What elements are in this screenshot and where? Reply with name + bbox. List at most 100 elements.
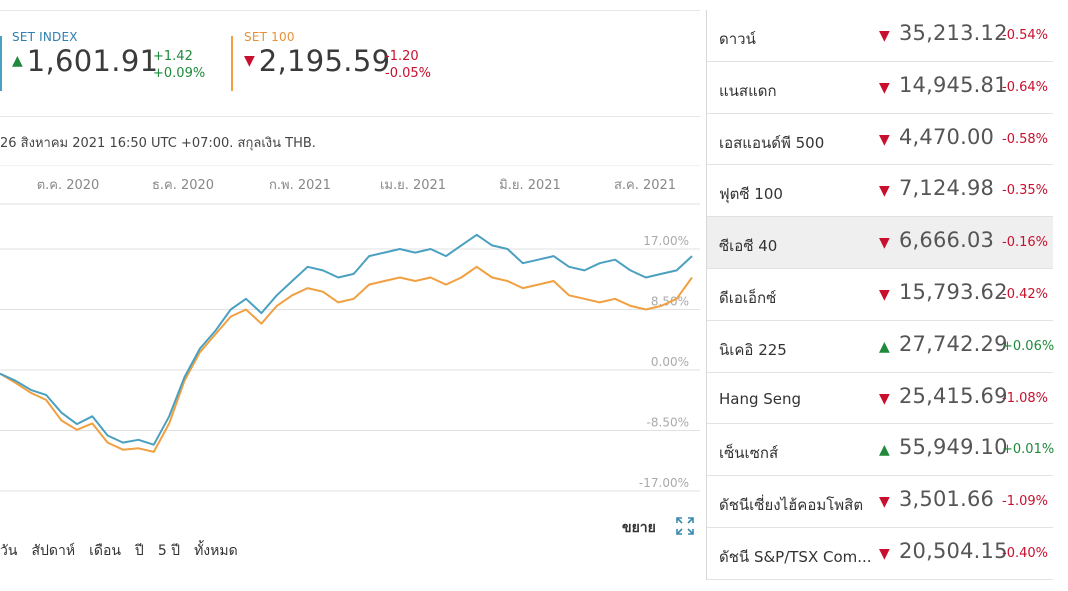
market-change-pct: -1.08% [1002, 390, 1048, 406]
market-change-pct: +0.01% [1002, 442, 1055, 458]
market-value: 4,470.00 [899, 124, 995, 149]
market-change-pct: -0.54% [1002, 28, 1048, 43]
set100-value-row: ▼ 2,195.59 [244, 44, 390, 78]
set100-series-line [0, 265, 693, 453]
x-tick-label: มิ.ย. 2021 [499, 178, 561, 193]
x-tick-label: ส.ค. 2021 [614, 178, 676, 193]
market-value: 15,793.62 [899, 279, 1008, 304]
market-name: ดีเอเอ็กซ์ [719, 288, 777, 307]
market-name: ดัชนีเซี่ยงไฮ้คอมโพสิต [719, 496, 864, 515]
market-change-pct: -0.58% [1002, 131, 1048, 147]
up-arrow-icon: ▲ [879, 442, 890, 459]
divider [0, 116, 700, 117]
set-index-series-line [0, 233, 693, 446]
set-index-change-pct: +0.09% [153, 66, 206, 81]
range-option[interactable]: เดือน [89, 543, 121, 559]
market-value: 55,949.10 [899, 435, 1008, 460]
expand-link[interactable]: ขยาย [622, 517, 656, 539]
market-row[interactable]: ดัชนีเซี่ยงไฮ้คอมโพสิต ▼ 3,501.66 -1.09% [707, 476, 1053, 528]
set-index-value-row: ▲ 1,601.91 [12, 44, 158, 78]
market-value: 6,666.03 [899, 228, 995, 253]
market-change-pct: -0.42% [1002, 286, 1048, 302]
time-range-selector: วัน สัปดาห์ เดือน ปี 5 ปี ทั้งหมด [0, 540, 252, 562]
up-arrow-icon: ▲ [879, 338, 890, 355]
market-name: เอสแอนด์พี 500 [719, 133, 825, 152]
set100-label: SET 100 [244, 30, 295, 44]
x-tick-label: เม.ย. 2021 [380, 178, 446, 193]
market-value: 14,945.81 [899, 72, 1008, 97]
market-row[interactable]: ดัชนี S&P/TSX Com... ▼ 20,504.15 -0.40% [707, 528, 1053, 580]
x-tick-label: ก.พ. 2021 [269, 178, 331, 193]
range-option[interactable]: 5 ปี [158, 543, 180, 559]
down-arrow-icon: ▼ [879, 183, 890, 200]
y-tick-label: -17.00% [639, 476, 689, 490]
performance-line-chart[interactable]: ต.ค. 2020 ธ.ค. 2020 ก.พ. 2021 เม.ย. 2021 มิ.… [0, 165, 700, 505]
market-change-pct: -0.40% [1002, 545, 1048, 561]
set-index-change-abs: +1.42 [153, 49, 193, 64]
market-change-pct: -0.16% [1002, 235, 1048, 251]
market-row[interactable]: แนสแดก ▼ 14,945.81 -0.64% [707, 62, 1053, 114]
set-index-label: SET INDEX [12, 30, 78, 44]
market-value: 35,213.12 [899, 21, 1008, 45]
range-option[interactable]: ปี [135, 543, 144, 559]
market-change-pct: -0.35% [1002, 183, 1048, 199]
y-tick-label: -8.50% [647, 416, 689, 430]
range-option[interactable]: วัน [0, 543, 17, 559]
set-index-quote[interactable]: SET INDEX ▲ 1,601.91 +1.42 +0.09% [12, 30, 205, 81]
range-option[interactable]: ทั้งหมด [194, 543, 238, 559]
set100-change-abs: -1.20 [385, 49, 419, 64]
set100-change-pct: -0.05% [385, 66, 431, 81]
set100-change: -1.20 -0.05% [385, 48, 431, 82]
set100-quote[interactable]: SET 100 ▼ 2,195.59 -1.20 -0.05% [244, 30, 431, 81]
down-arrow-icon: ▼ [879, 390, 890, 407]
market-row[interactable]: ฟุตซี 100 ▼ 7,124.98 -0.35% [707, 165, 1053, 218]
up-arrow-icon: ▲ [12, 53, 23, 69]
market-row[interactable]: เอสแอนด์พี 500 ▼ 4,470.00 -0.58% [707, 114, 1053, 166]
set-index-value: 1,601.91 [26, 44, 159, 78]
index-chart-panel: SET INDEX ▲ 1,601.91 +1.42 +0.09% SET 100… [0, 0, 700, 591]
down-arrow-icon: ▼ [879, 131, 890, 148]
set100-marker [231, 36, 233, 91]
x-tick-label: ต.ค. 2020 [37, 178, 100, 193]
as-of-timestamp: 26 สิงหาคม 2021 16:50 UTC +07:00. สกุลเง… [0, 136, 316, 151]
market-name: ดัชนี S&P/TSX Com... [719, 547, 872, 566]
market-value: 7,124.98 [899, 176, 995, 201]
y-tick-label: 17.00% [643, 234, 689, 248]
market-value: 20,504.15 [899, 538, 1008, 563]
down-arrow-icon: ▼ [879, 545, 890, 562]
market-value: 27,742.29 [899, 331, 1008, 356]
market-row[interactable]: ดีเอเอ็กซ์ ▼ 15,793.62 -0.42% [707, 269, 1053, 321]
market-row[interactable]: ดาวน์ ▼ 35,213.12 -0.54% [707, 10, 1053, 62]
expand-icon[interactable] [674, 515, 696, 537]
market-name: ซีเอซี 40 [719, 237, 778, 256]
y-tick-label: 0.00% [651, 355, 689, 369]
market-name: แนสแดก [719, 81, 777, 100]
down-arrow-icon: ▼ [244, 53, 255, 69]
market-row[interactable]: เซ็นเซกส์ ▲ 55,949.10 +0.01% [707, 424, 1055, 477]
down-arrow-icon: ▼ [879, 28, 890, 44]
down-arrow-icon: ▼ [879, 286, 890, 303]
down-arrow-icon: ▼ [879, 494, 890, 511]
down-arrow-icon: ▼ [879, 235, 890, 252]
set100-value: 2,195.59 [258, 44, 391, 78]
market-value: 3,501.66 [899, 487, 995, 512]
range-option[interactable]: สัปดาห์ [31, 543, 75, 559]
market-name: นิเคอิ 225 [719, 340, 787, 359]
down-arrow-icon: ▼ [879, 79, 890, 96]
set-index-change: +1.42 +0.09% [153, 48, 205, 82]
market-change-pct: +0.06% [1002, 338, 1055, 354]
market-name: ฟุตซี 100 [719, 185, 783, 204]
market-row[interactable]: Hang Seng ▼ 25,415.69 -1.08% [707, 373, 1053, 425]
set-index-marker [0, 36, 2, 91]
x-tick-label: ธ.ค. 2020 [152, 178, 214, 193]
world-markets-list: ดาวน์ ▼ 35,213.12 -0.54% แนสแดก ▼ 14,945.81 -0.… [707, 10, 1055, 580]
market-change-pct: -0.64% [1002, 79, 1048, 95]
market-name: เซ็นเซกส์ [719, 444, 779, 463]
divider [0, 10, 700, 11]
market-name: ดาวน์ [719, 30, 756, 48]
market-value: 25,415.69 [899, 383, 1008, 408]
market-row[interactable]: ซีเอซี 40 ▼ 6,666.03 -0.16% [707, 217, 1053, 269]
market-change-pct: -1.09% [1002, 494, 1048, 510]
market-row[interactable]: นิเคอิ 225 ▲ 27,742.29 +0.06% [707, 321, 1055, 373]
market-name: Hang Seng [719, 389, 802, 408]
